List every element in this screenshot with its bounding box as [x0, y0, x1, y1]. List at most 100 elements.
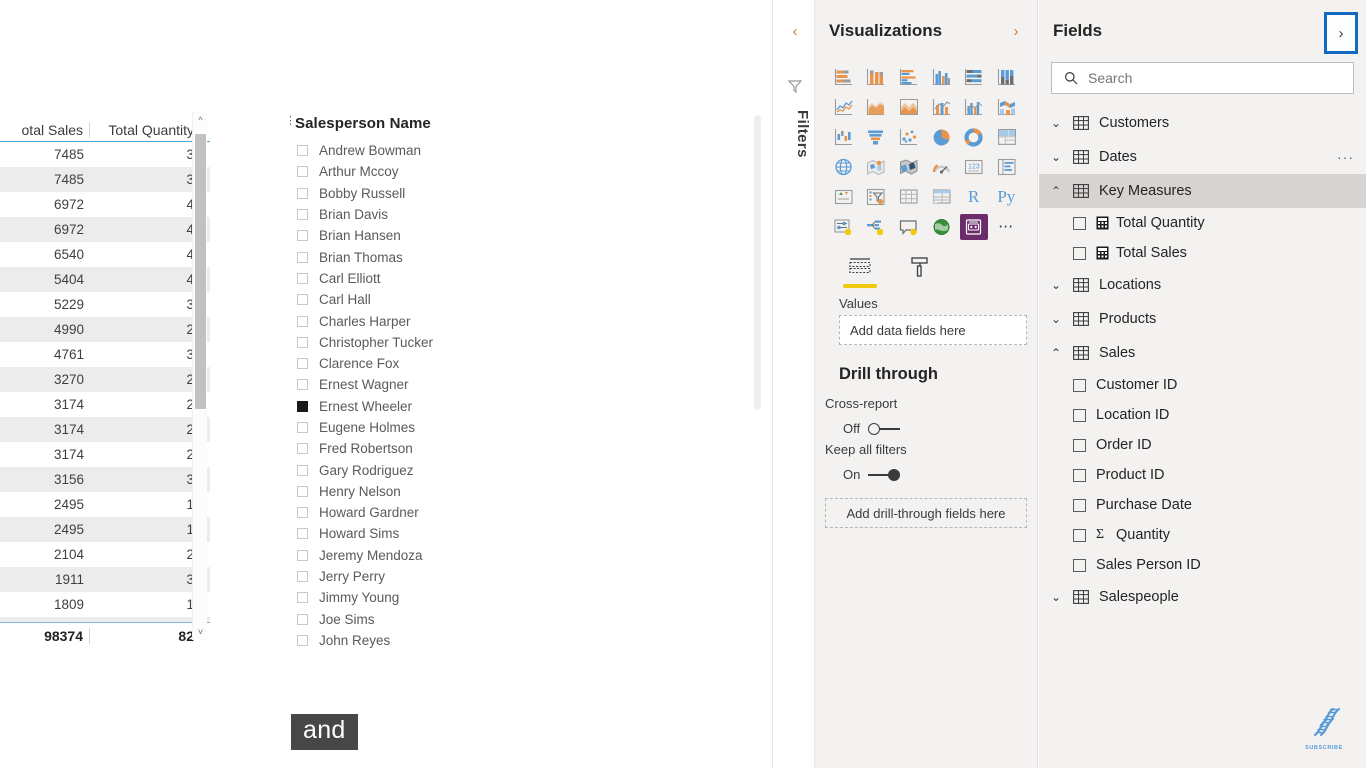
slicer-item[interactable]: Brian Davis: [297, 204, 753, 225]
chevron-up-icon[interactable]: ⌃: [1051, 184, 1073, 198]
table-row[interactable]: 4990 2: [0, 317, 210, 342]
table-row[interactable]: 2495 1: [0, 492, 210, 517]
qna-icon[interactable]: [894, 214, 922, 240]
table-body[interactable]: 7485 3 7485 3 6972 4 6972 4 6540 4 5404 4 5229 3 4990 2…: [0, 142, 210, 622]
values-dropzone[interactable]: Add data fields here: [839, 315, 1027, 345]
slicer-item[interactable]: John Reyes: [297, 630, 753, 651]
slicer-item[interactable]: Joe Sims: [297, 609, 753, 630]
r-script-visual-icon[interactable]: R: [960, 184, 988, 210]
table-row[interactable]: 3156 3: [0, 467, 210, 492]
slicer-checkbox[interactable]: [297, 230, 308, 242]
slicer-checkbox[interactable]: [297, 485, 308, 497]
slicer-item[interactable]: Jerry Perry: [297, 566, 753, 587]
slicer-checkbox[interactable]: [297, 358, 308, 370]
slicer-item[interactable]: Charles Harper: [297, 310, 753, 331]
field-item[interactable]: Purchase Date: [1039, 490, 1366, 520]
scroll-down-arrow-icon[interactable]: ˅: [193, 624, 208, 640]
table-row[interactable]: 2104 2: [0, 542, 210, 567]
arcgis-maps-icon[interactable]: [927, 214, 955, 240]
key-influencers-icon[interactable]: [829, 214, 857, 240]
line-chart-icon[interactable]: [829, 94, 857, 120]
slicer-drag-handle-icon[interactable]: ⋮: [285, 116, 296, 134]
field-item[interactable]: Location ID: [1039, 400, 1366, 430]
slicer-checkbox[interactable]: [297, 422, 308, 433]
clustered-bar-chart-icon[interactable]: [894, 64, 922, 90]
search-input[interactable]: [1088, 70, 1318, 86]
field-checkbox[interactable]: [1073, 558, 1086, 572]
field-item[interactable]: Sales Person ID: [1039, 550, 1366, 580]
slicer-icon[interactable]: [862, 184, 890, 210]
field-well-tabs[interactable]: [815, 240, 1037, 288]
ribbon-chart-icon[interactable]: [992, 94, 1020, 120]
slicer-item[interactable]: Ernest Wheeler: [297, 396, 753, 417]
shape-map-icon[interactable]: [894, 154, 922, 180]
fields-tree[interactable]: ⌄ Customers ⌄ Dates ··· ⌃ Key Measures Total Qu…: [1039, 104, 1366, 614]
slicer-item[interactable]: Christopher Tucker: [297, 332, 753, 353]
table-row[interactable]: 3270 2: [0, 367, 210, 392]
slicer-checkbox[interactable]: [297, 549, 308, 561]
field-item[interactable]: Customer ID: [1039, 370, 1366, 400]
slicer-checkbox[interactable]: [297, 145, 308, 157]
area-chart-icon[interactable]: [862, 94, 890, 120]
drill-through-dropzone[interactable]: Add drill-through fields here: [825, 498, 1027, 528]
field-checkbox[interactable]: [1073, 216, 1086, 230]
slicer-checkbox[interactable]: [297, 187, 308, 199]
slicer-checkbox[interactable]: [297, 166, 308, 178]
slicer-checkbox[interactable]: [297, 507, 308, 519]
kpi-icon[interactable]: [829, 184, 857, 210]
report-canvas[interactable]: otal Sales Total Quantity 7485 3 7485 3 6972…: [0, 0, 775, 768]
slicer-item[interactable]: Carl Elliott: [297, 268, 753, 289]
slicer-item-list[interactable]: Andrew Bowman Arthur Mccoy Bobby Russell Br…: [283, 138, 753, 651]
filters-pane-collapsed[interactable]: ‹ Filters: [775, 0, 815, 768]
table-row[interactable]: 3174 2: [0, 442, 210, 467]
slicer-checkbox[interactable]: [297, 592, 308, 604]
table-row[interactable]: 1911 3: [0, 567, 210, 592]
slicer-checkbox[interactable]: [297, 400, 308, 412]
field-checkbox[interactable]: [1073, 378, 1086, 392]
stacked-area-chart-icon[interactable]: [894, 94, 922, 120]
table-icon[interactable]: [894, 184, 922, 210]
slicer-checkbox[interactable]: [297, 613, 308, 625]
slicer-checkbox[interactable]: [297, 336, 308, 348]
slicer-checkbox[interactable]: [297, 528, 308, 540]
card-icon[interactable]: 123: [960, 154, 988, 180]
fields-table-row[interactable]: ⌃ Key Measures: [1039, 174, 1366, 208]
slicer-checkbox[interactable]: [297, 315, 308, 327]
more-visuals-icon[interactable]: ⋯: [992, 214, 1020, 240]
column-header-total-quantity[interactable]: Total Quantity: [90, 122, 200, 138]
collapse-filters-chevron-icon[interactable]: ‹: [785, 22, 805, 42]
table-row[interactable]: 4761 3: [0, 342, 210, 367]
hundred-percent-stacked-bar-chart-icon[interactable]: [960, 64, 988, 90]
table-row[interactable]: 7485 3: [0, 167, 210, 192]
table-vertical-scrollbar[interactable]: ^ ˅: [192, 112, 207, 640]
slicer-item[interactable]: Arthur Mccoy: [297, 161, 753, 182]
chevron-down-icon[interactable]: ⌄: [1051, 150, 1073, 164]
slicer-item[interactable]: Howard Gardner: [297, 502, 753, 523]
chevron-up-icon[interactable]: ⌃: [1051, 346, 1073, 360]
treemap-icon[interactable]: [992, 124, 1020, 150]
visualization-type-grid[interactable]: 123 R Py ⋯: [815, 62, 1037, 240]
field-item[interactable]: Product ID: [1039, 460, 1366, 490]
table-row[interactable]: 3174 2: [0, 392, 210, 417]
stacked-bar-chart-icon[interactable]: [829, 64, 857, 90]
table-row[interactable]: 1809 1: [0, 592, 210, 617]
fields-table-row[interactable]: ⌃ Sales: [1039, 336, 1366, 370]
paginated-report-icon[interactable]: [959, 214, 988, 240]
expand-fields-chevron-button[interactable]: ›: [1324, 12, 1358, 54]
table-row[interactable]: 5404 4: [0, 267, 210, 292]
table-row[interactable]: 5229 3: [0, 292, 210, 317]
field-checkbox[interactable]: [1073, 498, 1086, 512]
slicer-checkbox[interactable]: [297, 634, 308, 646]
scatter-chart-icon[interactable]: [894, 124, 922, 150]
waterfall-chart-icon[interactable]: [829, 124, 857, 150]
cross-report-toggle-row[interactable]: Off: [815, 411, 1037, 436]
cross-report-toggle[interactable]: [868, 422, 901, 435]
slicer-item[interactable]: Henry Nelson: [297, 481, 753, 502]
field-checkbox[interactable]: [1073, 468, 1086, 482]
decomposition-tree-icon[interactable]: [862, 214, 890, 240]
tab-format[interactable]: [903, 252, 937, 288]
slicer-item[interactable]: Jimmy Young: [297, 587, 753, 608]
matrix-icon[interactable]: [927, 184, 955, 210]
fields-search-box[interactable]: [1051, 62, 1354, 94]
slicer-item[interactable]: Clarence Fox: [297, 353, 753, 374]
